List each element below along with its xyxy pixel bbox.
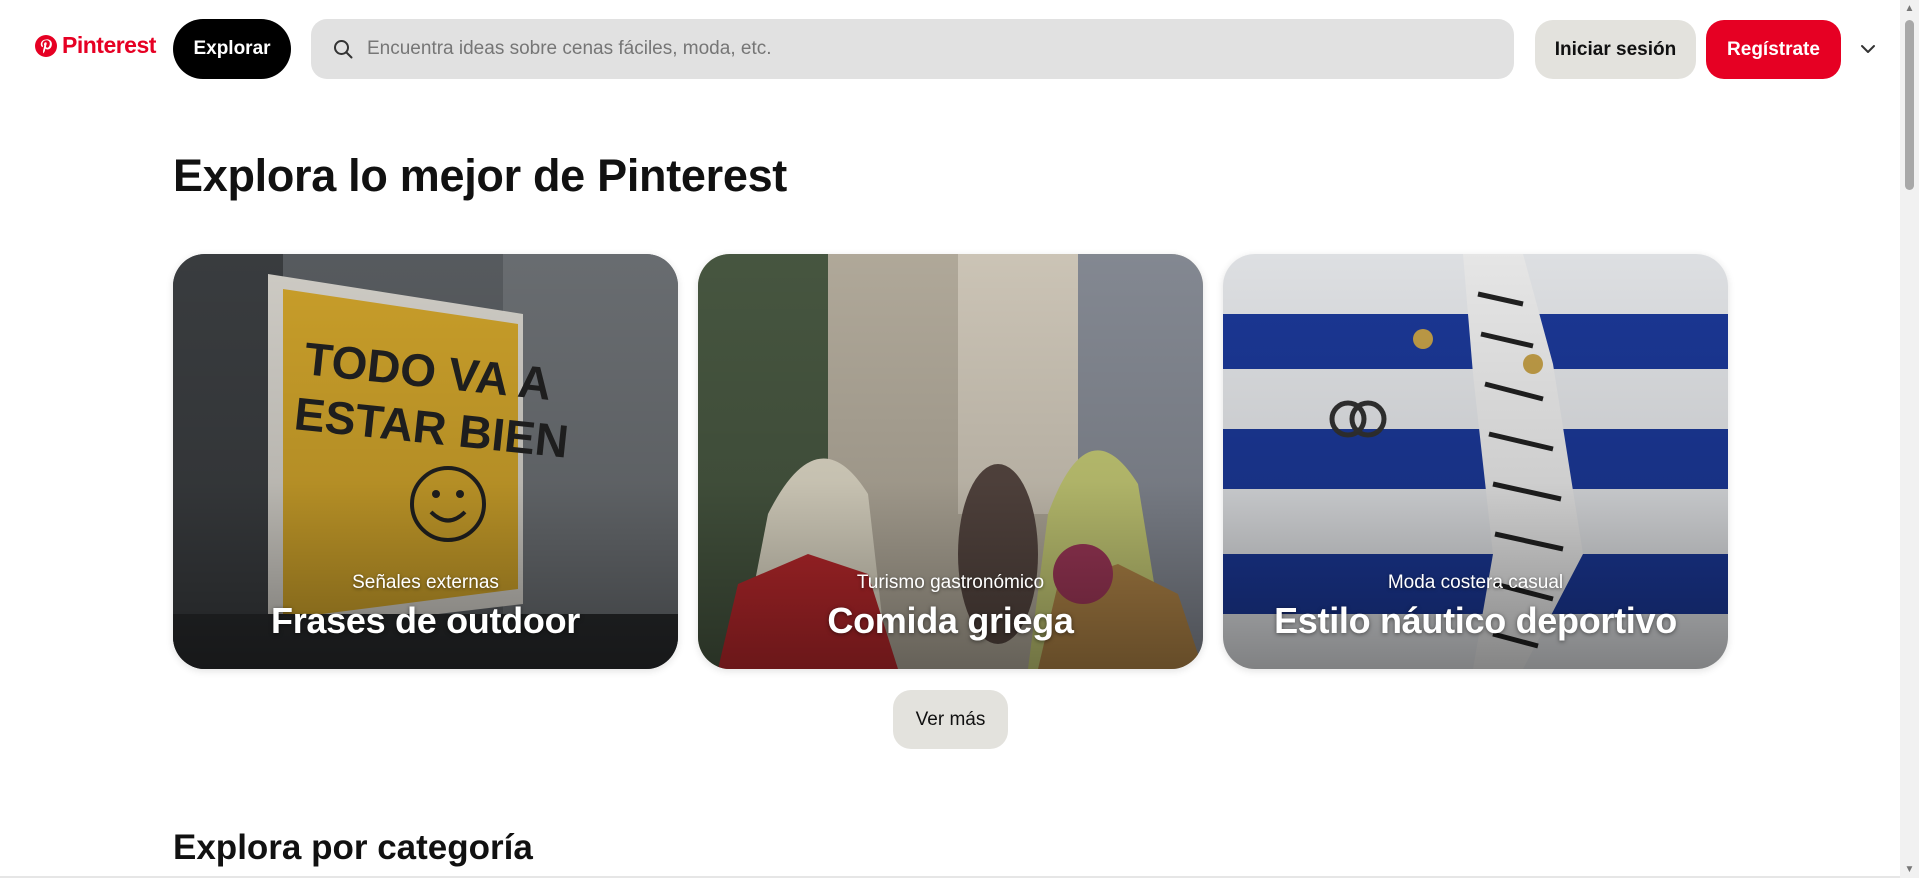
logo-text: Pinterest	[62, 32, 156, 58]
scroll-up-arrow-icon[interactable]: ▲	[1900, 0, 1919, 17]
signup-button[interactable]: Regístrate	[1706, 20, 1841, 79]
search-bar[interactable]	[311, 19, 1514, 79]
card-subtitle: Señales externas	[352, 572, 499, 593]
card-caption: Turismo gastronómico Comida griega	[698, 572, 1203, 642]
card-caption: Moda costera casual Estilo náutico depor…	[1223, 572, 1728, 642]
login-button[interactable]: Iniciar sesión	[1535, 20, 1696, 79]
pinterest-logo-icon	[35, 34, 57, 57]
see-more-button[interactable]: Ver más	[893, 690, 1008, 749]
featured-card[interactable]: Moda costera casual Estilo náutico depor…	[1223, 254, 1728, 669]
scroll-thumb[interactable]	[1905, 20, 1914, 190]
card-title: Comida griega	[827, 600, 1074, 641]
explore-button[interactable]: Explorar	[173, 19, 291, 79]
featured-cards: TODO VA A ESTAR BIEN Señales externas Fr…	[173, 254, 1728, 669]
featured-card[interactable]: TODO VA A ESTAR BIEN Señales externas Fr…	[173, 254, 678, 669]
featured-card[interactable]: Turismo gastronómico Comida griega	[698, 254, 1203, 669]
scrollbar[interactable]: ▲ ▼	[1900, 0, 1919, 878]
card-title: Frases de outdoor	[271, 600, 580, 641]
pinterest-logo[interactable]: Pinterest	[34, 32, 156, 59]
card-subtitle: Turismo gastronómico	[856, 572, 1045, 593]
search-icon	[334, 40, 353, 59]
card-subtitle: Moda costera casual	[1387, 572, 1564, 593]
search-input[interactable]	[365, 37, 1489, 61]
section-title: Explora por categoría	[173, 828, 533, 867]
page-title: Explora lo mejor de Pinterest	[173, 150, 787, 201]
header: Pinterest Explorar Iniciar sesión Regíst…	[0, 0, 1900, 98]
scroll-down-arrow-icon[interactable]: ▼	[1900, 861, 1919, 878]
card-title: Estilo náutico deportivo	[1274, 600, 1677, 641]
chevron-down-icon[interactable]	[1856, 37, 1880, 61]
card-caption: Señales externas Frases de outdoor	[173, 572, 678, 642]
